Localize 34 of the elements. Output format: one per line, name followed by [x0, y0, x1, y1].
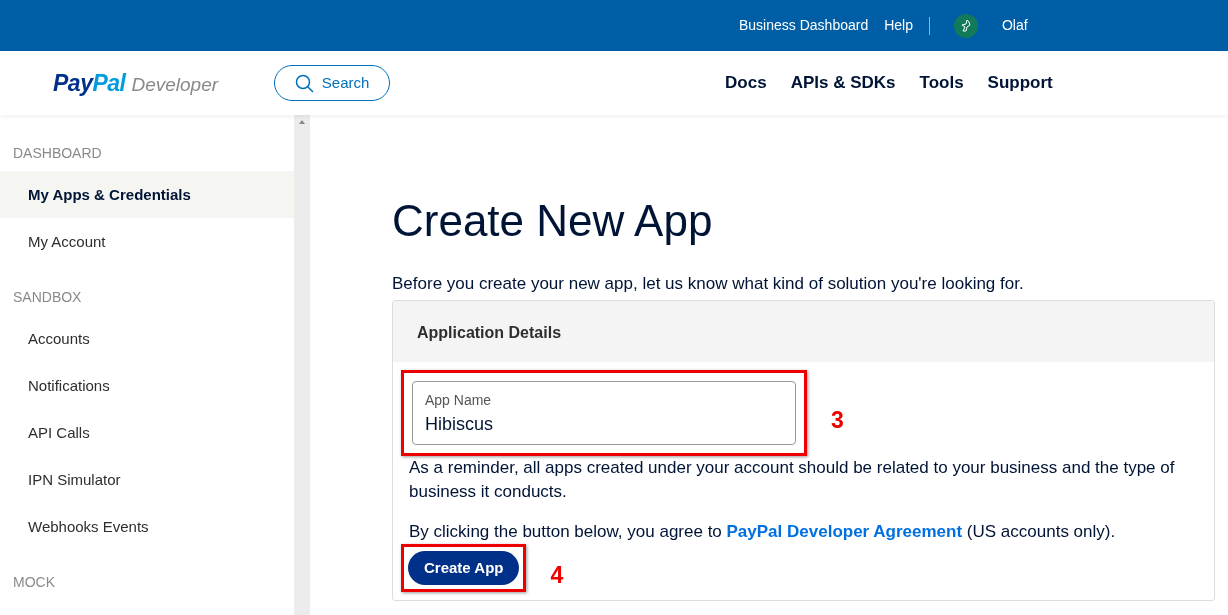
intro-text: Before you create your new app, let us know what kind of solution you're looking for.: [392, 273, 1025, 295]
sidebar-item[interactable]: My Account: [0, 218, 294, 265]
search-icon: [294, 73, 314, 93]
agreement-text: By clicking the button below, you agree to PayPal Developer Agreement (US accounts only).: [408, 520, 1117, 543]
reminder-text: As a reminder, all apps created under your account should be related to your business and the type of business it conducts.: [408, 456, 1176, 503]
app-name-field[interactable]: App Name Hibiscus: [412, 380, 796, 445]
create-app-button[interactable]: Create App: [408, 550, 520, 585]
top-bar-link[interactable]: Business Dashboard: [739, 15, 869, 36]
sidebar-item[interactable]: IPN Simulator: [0, 456, 294, 503]
sidebar-heading: DASHBOARD: [12, 144, 103, 163]
nav-link[interactable]: Tools: [919, 70, 964, 96]
sidebar-item[interactable]: Notifications: [0, 362, 294, 409]
sidebar-item[interactable]: Webhooks Events: [0, 503, 294, 550]
sidebar-heading: MOCK: [12, 573, 56, 592]
user-name[interactable]: Olaf: [1002, 15, 1028, 36]
card-header: Application Details: [393, 300, 1214, 362]
avatar-icon[interactable]: [954, 13, 978, 38]
logo[interactable]: PayPal Developer: [53, 65, 219, 101]
top-bar-link[interactable]: Help: [884, 15, 913, 36]
sidebar-item[interactable]: API Calls: [0, 409, 294, 456]
agreement-link[interactable]: PayPal Developer Agreement: [726, 521, 963, 541]
scrollbar[interactable]: [294, 115, 310, 615]
nav-link[interactable]: Support: [987, 70, 1053, 96]
annotation-number: 3: [831, 406, 844, 436]
sidebar-item[interactable]: Accounts: [0, 315, 294, 362]
scroll-up-icon[interactable]: [298, 119, 306, 125]
field-label: App Name: [425, 390, 493, 410]
nav-link[interactable]: Docs: [725, 70, 767, 96]
sidebar-item[interactable]: My Apps & Credentials: [0, 171, 294, 218]
nav-link[interactable]: APIs & SDKs: [790, 70, 896, 96]
annotation-number: 4: [550, 560, 564, 590]
sidebar-heading: SANDBOX: [12, 288, 83, 307]
search-button[interactable]: Search: [274, 65, 391, 101]
page-title: Create New App: [392, 195, 714, 247]
